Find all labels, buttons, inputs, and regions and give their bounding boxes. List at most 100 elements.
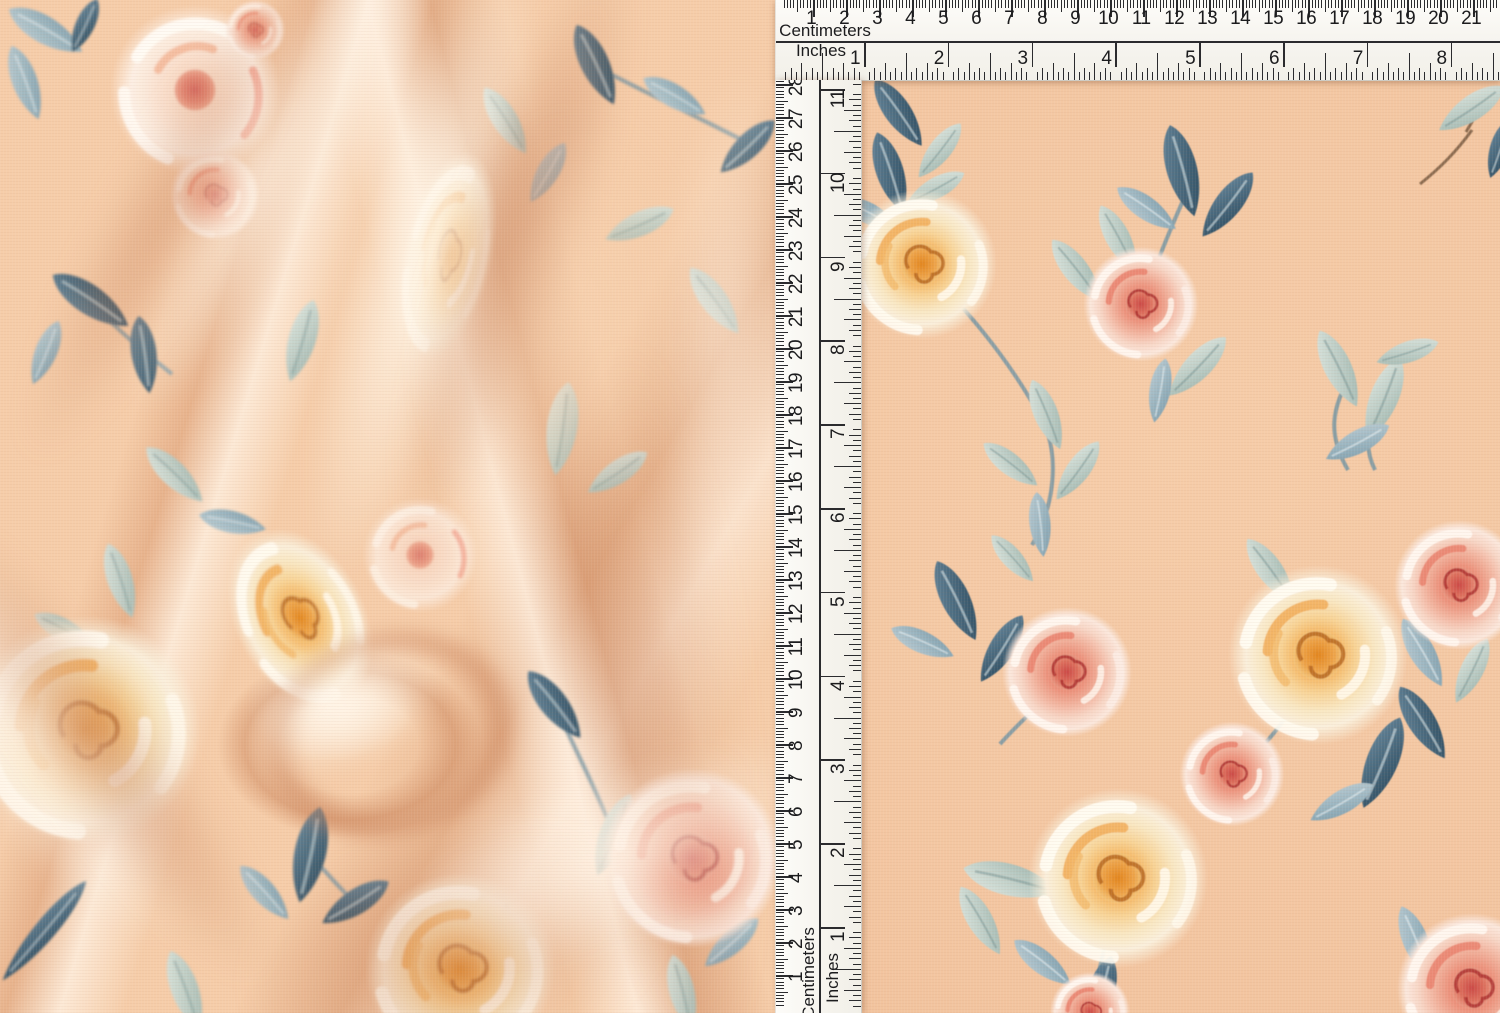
inch-tick (885, 63, 886, 80)
inch-number: 6 (1269, 48, 1279, 70)
cm-tick (1387, 0, 1388, 8)
inch-tick (853, 744, 861, 745)
cm-tick (776, 605, 784, 606)
cm-tick (1021, 0, 1022, 8)
cm-tick (776, 856, 784, 857)
cm-tick (776, 681, 784, 682)
inch-tick (844, 361, 861, 362)
inch-tick (849, 937, 861, 938)
inch-tick (853, 157, 861, 158)
cm-number: 7 (1004, 8, 1014, 30)
inch-number: 5 (828, 597, 850, 607)
cm-tick (776, 998, 784, 999)
cm-tick (1371, 0, 1372, 8)
cm-tick (1193, 0, 1194, 12)
inch-tick (1388, 63, 1389, 80)
inch-tick (819, 592, 845, 594)
cm-tick (776, 718, 784, 719)
cm-tick (776, 747, 784, 748)
inch-tick (844, 403, 861, 404)
cm-tick (776, 982, 784, 983)
inch-tick (1257, 72, 1258, 80)
inch-tick (853, 974, 861, 975)
cm-tick (776, 830, 784, 831)
cm-tick (1470, 0, 1471, 8)
inch-tick (1100, 72, 1101, 80)
cm-tick (1477, 0, 1478, 8)
cm-tick (776, 272, 784, 273)
cm-tick (1051, 0, 1052, 8)
cm-tick (776, 285, 784, 286)
cm-tick (1094, 0, 1095, 12)
cm-tick (776, 104, 784, 105)
cm-tick (1391, 0, 1392, 12)
inch-tick (849, 602, 861, 603)
inch-tick (849, 99, 861, 100)
cm-tick (776, 473, 784, 474)
inch-number: 5 (1185, 48, 1195, 70)
cm-tick (776, 120, 784, 121)
cm-tick (776, 246, 784, 247)
inch-tick (853, 450, 861, 451)
inch-tick (1367, 41, 1369, 67)
inch-tick (853, 356, 861, 357)
cm-tick (776, 209, 784, 210)
inch-tick (844, 864, 861, 865)
cm-tick (776, 675, 784, 676)
cm-tick (776, 549, 784, 550)
inch-tick (853, 346, 861, 347)
inch-number: 3 (1018, 48, 1028, 70)
cm-tick (776, 869, 784, 870)
inch-tick (849, 288, 861, 289)
cm-tick (776, 734, 784, 735)
cm-tick (776, 87, 784, 88)
inch-tick (927, 63, 928, 80)
inch-tick (1053, 63, 1054, 80)
cm-tick (776, 714, 784, 715)
inch-tick (853, 471, 861, 472)
cm-tick (776, 695, 788, 696)
inch-tick (849, 120, 861, 121)
cm-tick (1335, 0, 1336, 8)
cm-tick (1444, 0, 1445, 8)
cm-tick (776, 949, 784, 950)
cm-tick (776, 559, 784, 560)
cm-tick (790, 0, 791, 8)
cm-number: 28 (786, 80, 808, 96)
cm-tick (776, 599, 784, 600)
cm-tick (776, 190, 784, 191)
inch-tick (819, 508, 845, 510)
inch-tick (848, 72, 849, 80)
cm-tick (776, 685, 784, 686)
inch-tick (1372, 72, 1373, 80)
inch-tick (1435, 72, 1436, 80)
cm-tick (776, 533, 784, 534)
inch-tick (853, 628, 861, 629)
inch-tick (844, 445, 861, 446)
inch-tick (1498, 72, 1499, 80)
cm-tick (784, 0, 785, 8)
cm-number: 24 (786, 208, 808, 228)
ruler-scale-divider (776, 41, 1500, 43)
cm-tick (1222, 0, 1223, 8)
cm-tick (776, 229, 784, 230)
cm-tick (1189, 0, 1190, 8)
inch-number: 9 (828, 262, 850, 272)
cm-tick (776, 813, 784, 814)
inch-tick (1351, 72, 1352, 80)
cm-tick (776, 873, 784, 874)
cm-number: 10 (1098, 8, 1118, 30)
cm-tick (776, 398, 788, 399)
cm-tick (922, 0, 923, 8)
cm-tick (776, 794, 788, 795)
inch-tick (1163, 72, 1164, 80)
inch-tick (853, 796, 861, 797)
cm-tick (776, 160, 784, 161)
cm-tick (776, 365, 788, 366)
inch-tick (853, 241, 861, 242)
cm-tick (776, 539, 784, 540)
inch-tick (1210, 68, 1211, 80)
cm-tick (929, 0, 930, 12)
cm-tick (776, 751, 784, 752)
inch-tick (901, 72, 902, 80)
